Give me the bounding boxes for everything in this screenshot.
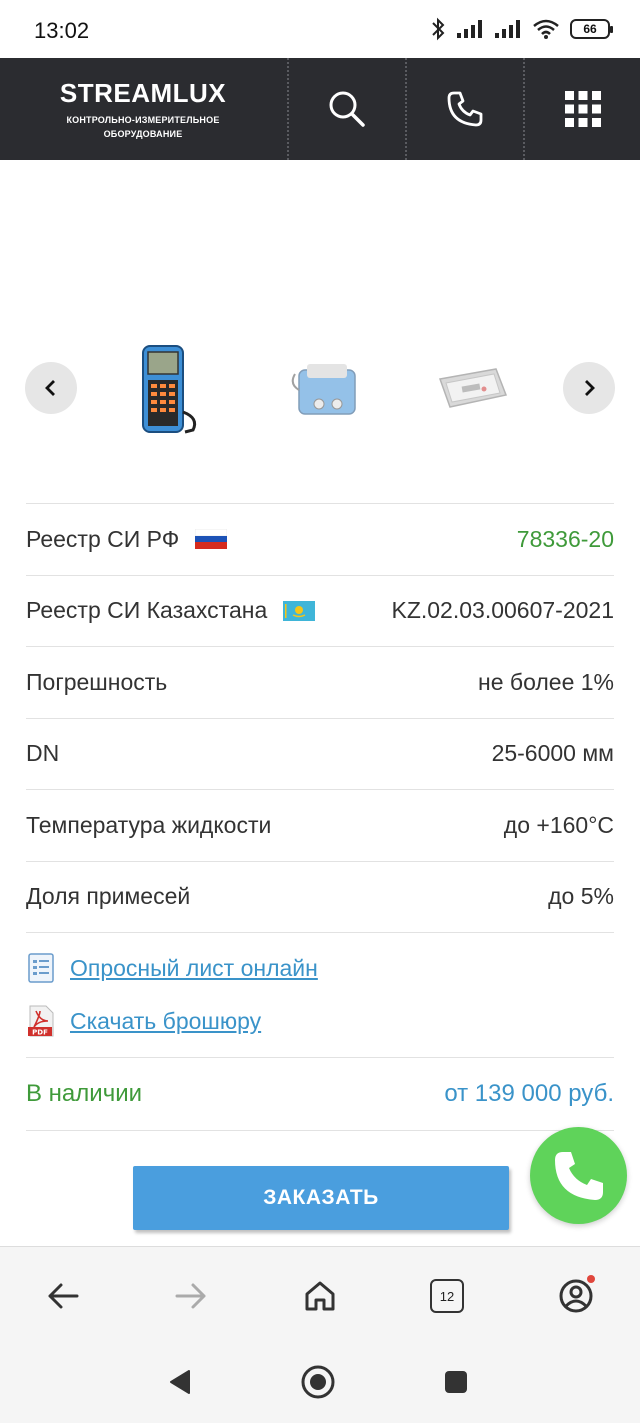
spec-value: до 5% — [548, 883, 614, 910]
brochure-link-row: PDF Скачать брошюру — [26, 1003, 614, 1039]
triangle-back-icon — [170, 1370, 190, 1394]
call-button[interactable] — [530, 1127, 627, 1224]
arrow-right-icon — [175, 1283, 206, 1309]
questionnaire-icon — [28, 953, 54, 983]
bluetooth-icon — [432, 17, 445, 41]
gallery-prev-button[interactable] — [25, 362, 77, 414]
search-button[interactable] — [287, 58, 405, 160]
system-recents-button[interactable] — [436, 1362, 476, 1402]
signal-icon — [457, 20, 482, 38]
spec-row: Реестр СИ РФ 78336-20 — [26, 504, 614, 576]
spec-value-link[interactable]: 78336-20 — [517, 526, 614, 553]
tabs-count: 12 — [430, 1279, 464, 1313]
forward-button[interactable] — [166, 1271, 216, 1321]
spec-row: Реестр СИ Казахстана KZ.02.03.00607-2021 — [26, 576, 614, 647]
questionnaire-link-row: Опросный лист онлайн — [26, 950, 614, 986]
browser-nav: 12 — [0, 1246, 640, 1344]
back-button[interactable] — [38, 1271, 88, 1321]
status-time: 13:02 — [34, 18, 90, 43]
phone-button[interactable] — [405, 58, 523, 160]
tabs-button[interactable]: 12 — [422, 1271, 472, 1321]
gallery-thumbnail-handheld[interactable] — [115, 330, 225, 450]
kazakhstan-flag-icon — [283, 600, 316, 621]
arrow-left-icon — [48, 1283, 79, 1309]
spec-row: Доля примесей до 5% — [26, 862, 614, 933]
pdf-icon-label: PDF — [32, 1029, 48, 1037]
wifi-icon — [533, 19, 559, 39]
spec-label-text: Реестр СИ Казахстана — [26, 597, 268, 624]
spec-label: Реестр СИ Казахстана — [26, 597, 316, 624]
spec-row: DN 25-6000 мм — [26, 719, 614, 790]
notification-dot — [587, 1275, 595, 1283]
spec-value: KZ.02.03.00607-2021 — [391, 597, 614, 624]
site-header: STREAMLUX КОНТРОЛЬНО-ИЗМЕРИТЕЛЬНОЕ ОБОРУ… — [0, 58, 640, 160]
spec-label: Доля примесей — [26, 883, 191, 910]
questionnaire-link[interactable]: Опросный лист онлайн — [70, 955, 318, 982]
spec-label: Температура жидкости — [26, 811, 272, 838]
availability-row: В наличии от 139 000 руб. — [26, 1057, 614, 1131]
square-recents-icon — [445, 1371, 467, 1393]
logo-subtitle-line-1: КОНТРОЛЬНО-ИЗМЕРИТЕЛЬНОЕ — [66, 115, 220, 125]
spec-row: Погрешность не более 1% — [26, 647, 614, 719]
logo[interactable]: STREAMLUX КОНТРОЛЬНО-ИЗМЕРИТЕЛЬНОЕ ОБОРУ… — [58, 78, 228, 141]
system-home-button[interactable] — [298, 1362, 338, 1402]
gallery-thumbnail-case[interactable] — [418, 330, 528, 450]
gallery-next-button[interactable] — [563, 362, 615, 414]
profile-button[interactable] — [551, 1271, 601, 1321]
spec-label: Реестр СИ РФ — [26, 525, 228, 553]
spec-row: Температура жидкости до +160°C — [26, 790, 614, 862]
system-nav — [0, 1344, 640, 1423]
home-icon — [305, 1281, 335, 1311]
chevron-right-icon — [585, 380, 595, 396]
circle-home-icon — [301, 1365, 335, 1399]
search-icon — [329, 91, 365, 127]
signal-icon — [495, 20, 520, 38]
document-links: Опросный лист онлайн PDF Скачать брошюру — [26, 950, 614, 1056]
price: от 139 000 руб. — [444, 1080, 614, 1107]
gallery-thumbnail-device[interactable] — [270, 330, 380, 450]
logo-subtitle-line-2: ОБОРУДОВАНИЕ — [103, 129, 183, 139]
phone-icon — [447, 91, 483, 127]
russia-flag-icon — [195, 529, 228, 550]
spec-value: не более 1% — [478, 668, 614, 695]
home-button[interactable] — [295, 1271, 345, 1321]
logo-subtitle: КОНТРОЛЬНО-ИЗМЕРИТЕЛЬНОЕ ОБОРУДОВАНИЕ — [58, 113, 228, 141]
account-icon — [559, 1279, 593, 1313]
brochure-link[interactable]: Скачать брошюру — [70, 1008, 261, 1035]
spec-value: до +160°C — [503, 811, 614, 838]
specs-table: Реестр СИ РФ 78336-20 Реестр СИ Казахста… — [26, 503, 614, 933]
order-button[interactable]: ЗАКАЗАТЬ — [133, 1166, 509, 1230]
spec-value: 25-6000 мм — [491, 740, 614, 767]
flowmeter-device-image — [291, 364, 356, 415]
spec-label: Погрешность — [26, 668, 168, 695]
handheld-flowmeter-image — [142, 345, 197, 434]
spec-label-text: Реестр СИ РФ — [26, 525, 180, 552]
stock-status: В наличии — [26, 1080, 143, 1107]
chevron-left-icon — [45, 380, 55, 396]
status-bar: 13:02 66 — [0, 0, 640, 58]
product-gallery — [0, 330, 640, 450]
spec-label: DN — [26, 740, 60, 767]
status-icons: 66 — [430, 16, 613, 42]
logo-name: STREAMLUX — [59, 78, 227, 108]
grid-menu-icon — [565, 91, 601, 127]
battery-icon: 66 — [570, 19, 613, 39]
phone-icon — [554, 1151, 603, 1200]
pdf-icon: PDF — [28, 1005, 54, 1037]
menu-button[interactable] — [523, 58, 640, 160]
carry-case-image — [438, 368, 508, 408]
system-back-button[interactable] — [160, 1362, 200, 1402]
